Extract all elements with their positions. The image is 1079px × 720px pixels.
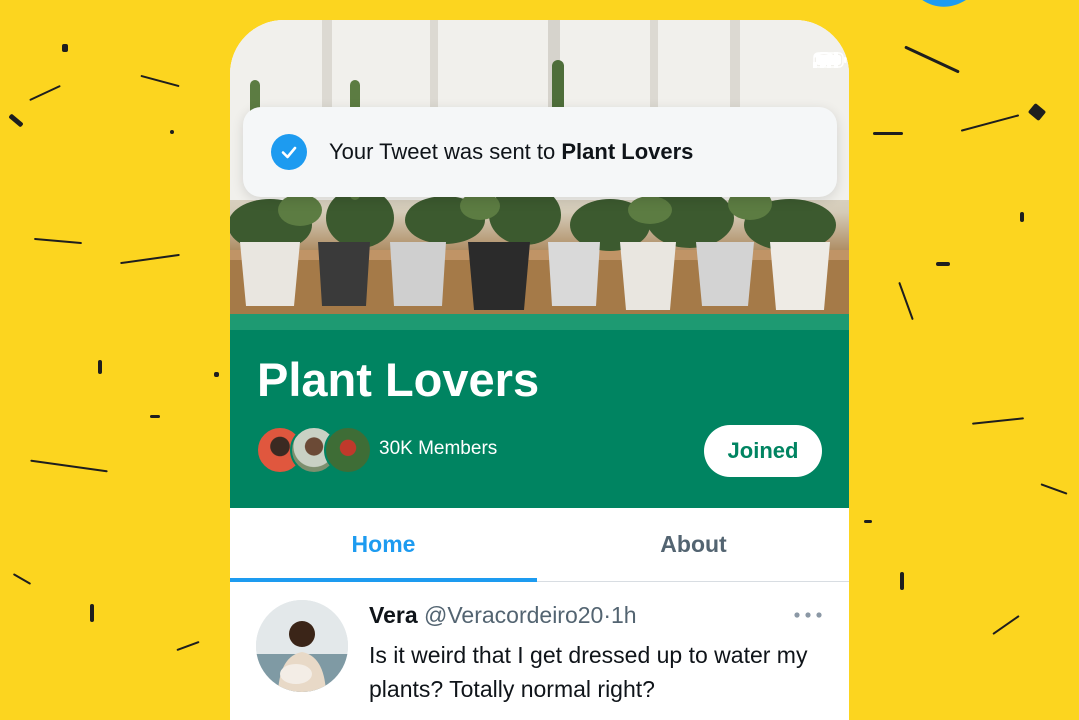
twitter-bird-icon xyxy=(922,0,966,7)
tab-home[interactable]: Home xyxy=(230,508,537,582)
joined-button[interactable]: Joined xyxy=(704,425,822,477)
battery-icon xyxy=(813,52,847,68)
tweet-separator: · xyxy=(603,602,612,628)
check-circle-icon xyxy=(271,134,307,170)
tweet-author-avatar[interactable] xyxy=(256,600,348,692)
community-tabs: Home About xyxy=(230,508,849,582)
phone-screen: Your Tweet was sent to Plant Lovers Plan… xyxy=(230,20,849,720)
tweet-time[interactable]: 1h xyxy=(611,602,637,628)
toast-community-name: Plant Lovers xyxy=(561,139,694,164)
tweet-author-name[interactable]: Vera xyxy=(369,602,418,628)
members-count[interactable]: 30K Members xyxy=(379,438,497,460)
tweet-header: Vera @Veracordeiro20·1h xyxy=(369,602,637,629)
header-strip xyxy=(230,314,849,330)
member-avatars[interactable] xyxy=(256,426,372,474)
more-horizontal-icon[interactable] xyxy=(793,610,823,620)
community-title: Plant Lovers xyxy=(257,353,540,406)
tweet-sent-notification[interactable]: Your Tweet was sent to Plant Lovers xyxy=(243,107,837,197)
community-header: Plant Lovers 30K Members Joined xyxy=(230,330,849,508)
tweet[interactable]: Vera @Veracordeiro20·1h Is it weird that… xyxy=(230,582,849,720)
toast-message-prefix: Your Tweet was sent to xyxy=(329,139,562,164)
tab-home-label: Home xyxy=(351,531,416,557)
member-avatar xyxy=(324,426,372,474)
toast-message: Your Tweet was sent to Plant Lovers xyxy=(329,139,693,165)
tab-about[interactable]: About xyxy=(540,508,847,581)
tweet-text: Is it weird that I get dressed up to wat… xyxy=(369,642,808,702)
tab-about-label: About xyxy=(660,531,727,557)
tweet-author-handle[interactable]: @Veracordeiro20 xyxy=(424,602,603,628)
